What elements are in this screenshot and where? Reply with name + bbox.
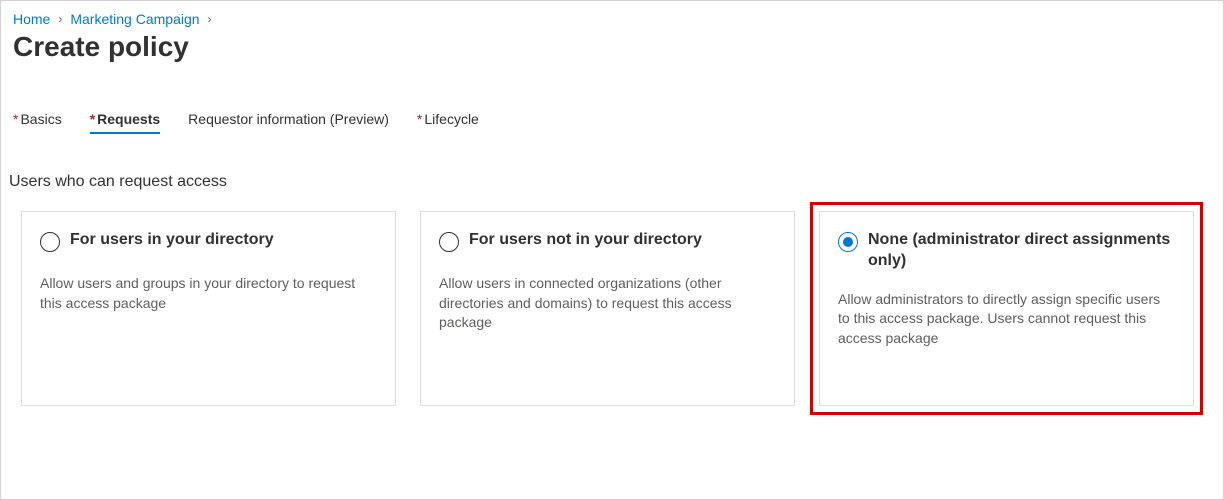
radio-icon[interactable] — [439, 232, 459, 252]
breadcrumb-campaign[interactable]: Marketing Campaign — [70, 11, 199, 27]
option-not-in-directory[interactable]: For users not in your directory Allow us… — [420, 211, 795, 406]
option-title: For users in your directory — [70, 230, 274, 251]
required-asterisk: * — [90, 111, 95, 127]
option-in-directory[interactable]: For users in your directory Allow users … — [21, 211, 396, 406]
tab-label: Requests — [97, 111, 160, 127]
option-description: Allow users in connected organizations (… — [439, 274, 776, 333]
radio-icon[interactable] — [838, 232, 858, 252]
tabs: *Basics *Requests Requestor information … — [13, 111, 1211, 133]
radio-icon[interactable] — [40, 232, 60, 252]
breadcrumb: Home › Marketing Campaign › — [13, 11, 1211, 27]
option-title: None (administrator direct assignments o… — [868, 230, 1175, 272]
tab-basics[interactable]: *Basics — [13, 111, 62, 133]
required-asterisk: * — [13, 111, 18, 127]
chevron-right-icon: › — [208, 12, 212, 26]
options-group: For users in your directory Allow users … — [13, 211, 1211, 406]
option-description: Allow users and groups in your directory… — [40, 274, 377, 313]
tab-label: Basics — [20, 111, 61, 127]
option-none[interactable]: None (administrator direct assignments o… — [819, 211, 1194, 406]
tab-requests[interactable]: *Requests — [90, 111, 160, 133]
tab-requestor-info[interactable]: Requestor information (Preview) — [188, 111, 389, 133]
tab-label: Lifecycle — [424, 111, 478, 127]
page-title: Create policy — [13, 31, 1211, 63]
tab-label: Requestor information (Preview) — [188, 111, 389, 127]
tab-lifecycle[interactable]: *Lifecycle — [417, 111, 479, 133]
option-title: For users not in your directory — [469, 230, 702, 251]
breadcrumb-home[interactable]: Home — [13, 11, 50, 27]
section-heading: Users who can request access — [9, 173, 1211, 191]
chevron-right-icon: › — [58, 12, 62, 26]
required-asterisk: * — [417, 111, 422, 127]
option-description: Allow administrators to directly assign … — [838, 290, 1175, 349]
